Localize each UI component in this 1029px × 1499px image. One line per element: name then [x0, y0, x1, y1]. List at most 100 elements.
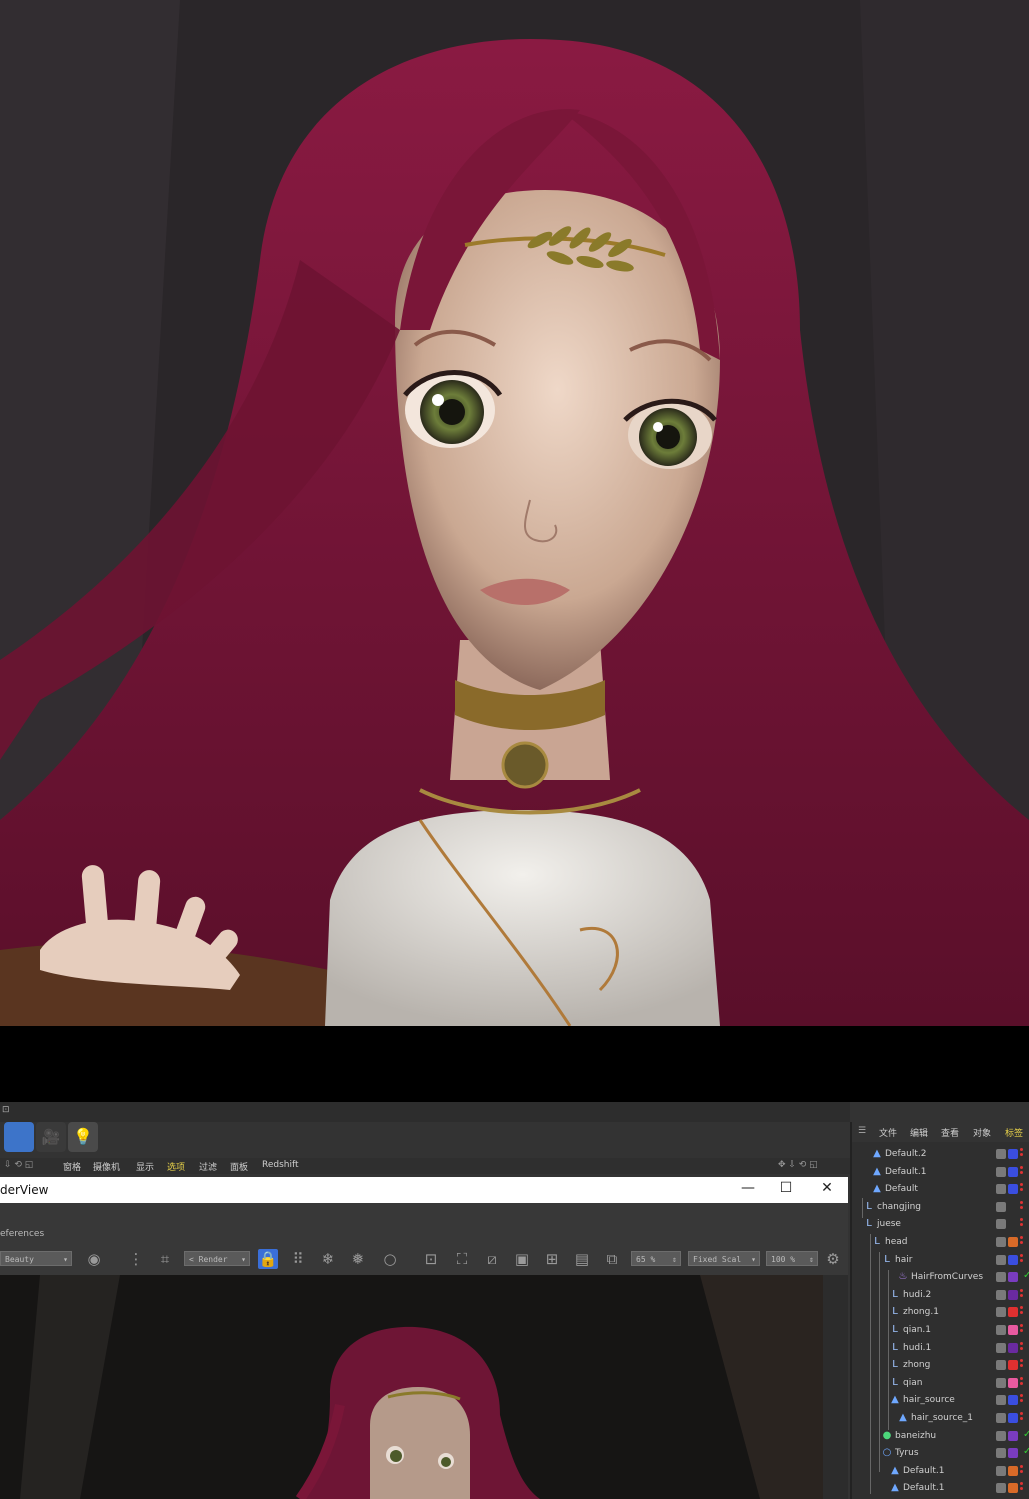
- material-tag-icon[interactable]: [1008, 1465, 1018, 1476]
- visibility-dots-icon[interactable]: [1020, 1324, 1023, 1336]
- visibility-dots-icon[interactable]: [1020, 1394, 1023, 1406]
- material-tag-icon[interactable]: [1008, 1166, 1018, 1177]
- close-button[interactable]: ✕: [817, 1180, 837, 1196]
- object-name[interactable]: zhong.1: [903, 1307, 939, 1317]
- visibility-dots-icon[interactable]: [1020, 1148, 1023, 1160]
- renderview-canvas[interactable]: [0, 1275, 823, 1499]
- material-tag-icon[interactable]: [1008, 1289, 1018, 1300]
- object-row[interactable]: ▲ hair_source: [852, 1392, 1029, 1410]
- visibility-dots-icon[interactable]: [1020, 1165, 1023, 1178]
- material-tag-icon[interactable]: [1008, 1307, 1018, 1318]
- camera-icon[interactable]: 🎥: [36, 1122, 66, 1152]
- layer-toggle-icon[interactable]: [996, 1219, 1006, 1230]
- visibility-dots-icon[interactable]: [1020, 1376, 1023, 1389]
- material-tag-icon[interactable]: [1008, 1377, 1018, 1388]
- snowflake-alt-icon[interactable]: ❅: [348, 1249, 368, 1269]
- object-name[interactable]: hair_source: [903, 1395, 955, 1405]
- percent-field[interactable]: 100 % ⇕: [766, 1251, 818, 1266]
- layer-toggle-icon[interactable]: [996, 1201, 1006, 1212]
- visibility-dots-icon[interactable]: [1020, 1253, 1023, 1266]
- visibility-dots-icon[interactable]: [1020, 1306, 1023, 1318]
- layer-toggle-icon[interactable]: [996, 1342, 1006, 1353]
- grid-icon[interactable]: ⠿: [288, 1249, 308, 1269]
- object-name[interactable]: Tyrus: [895, 1448, 919, 1458]
- object-name[interactable]: qian: [903, 1378, 922, 1388]
- object-name[interactable]: hair: [895, 1255, 912, 1265]
- om-menu-tags[interactable]: 标签: [1005, 1126, 1023, 1139]
- camera-select[interactable]: < Render ▾: [184, 1251, 250, 1266]
- object-row[interactable]: ▲ Default.1: [852, 1480, 1029, 1498]
- visibility-dots-icon[interactable]: [1020, 1482, 1023, 1494]
- enabled-check-icon[interactable]: ✓: [1023, 1429, 1029, 1440]
- object-row[interactable]: Lqian.1: [852, 1322, 1029, 1340]
- material-tag-icon[interactable]: [1008, 1149, 1018, 1159]
- material-tag-icon[interactable]: [1008, 1413, 1018, 1423]
- object-name[interactable]: Default.1: [903, 1483, 944, 1493]
- object-name[interactable]: baneizhu: [895, 1431, 936, 1441]
- visibility-dots-icon[interactable]: [1020, 1236, 1023, 1248]
- focus-icon[interactable]: ⊡: [421, 1249, 441, 1269]
- menu-item-filter[interactable]: 过滤: [199, 1160, 217, 1173]
- object-row[interactable]: ▲ Default.2: [852, 1146, 1029, 1164]
- hamburger-icon[interactable]: ☰: [858, 1126, 866, 1136]
- layer-toggle-icon[interactable]: [996, 1289, 1006, 1300]
- viewport-nav-icons[interactable]: ✥ ⇩ ⟲ ◱: [778, 1160, 818, 1170]
- menu-item-camera[interactable]: 摄像机: [93, 1160, 120, 1173]
- snowflake-icon[interactable]: ❄: [318, 1249, 338, 1269]
- visibility-dots-icon[interactable]: [1020, 1288, 1023, 1301]
- object-row[interactable]: ● baneizhu ✓: [852, 1428, 1029, 1446]
- object-row[interactable]: Ljuese: [852, 1216, 1029, 1234]
- object-name[interactable]: qian.1: [903, 1325, 931, 1335]
- gear-icon[interactable]: ⚙: [823, 1249, 843, 1269]
- object-name[interactable]: head: [885, 1237, 907, 1247]
- object-row[interactable]: Lhudi.1: [852, 1340, 1029, 1358]
- visibility-dots-icon[interactable]: [1020, 1359, 1023, 1371]
- menu-glyph-icon[interactable]: ⊡: [2, 1105, 10, 1115]
- object-name[interactable]: hudi.2: [903, 1290, 931, 1300]
- image-icon[interactable]: ▣: [512, 1249, 532, 1269]
- maximize-button[interactable]: ☐: [776, 1180, 796, 1196]
- object-row[interactable]: Lhair: [852, 1252, 1029, 1270]
- material-tag-icon[interactable]: [1008, 1272, 1018, 1283]
- layer-toggle-icon[interactable]: [996, 1465, 1006, 1476]
- layer-toggle-icon[interactable]: [996, 1166, 1006, 1177]
- layer-toggle-icon[interactable]: [996, 1483, 1006, 1494]
- layer-toggle-icon[interactable]: [996, 1307, 1006, 1318]
- nav-arrows-icon[interactable]: ⇩ ⟲ ◱: [4, 1160, 33, 1170]
- om-menu-view[interactable]: 查看: [941, 1126, 959, 1139]
- copy-icon[interactable]: ⧉: [602, 1249, 622, 1269]
- object-row[interactable]: Lqian: [852, 1375, 1029, 1393]
- material-tag-icon[interactable]: [1008, 1448, 1018, 1459]
- layer-toggle-icon[interactable]: [996, 1237, 1006, 1247]
- lock-icon[interactable]: 🔒: [258, 1249, 278, 1269]
- object-row[interactable]: ○ Tyrus ✓: [852, 1445, 1029, 1463]
- material-tag-icon[interactable]: [1008, 1483, 1018, 1494]
- layer-toggle-icon[interactable]: [996, 1184, 1006, 1195]
- crop-icon[interactable]: ⌗: [155, 1249, 175, 1269]
- object-name[interactable]: hair_source_1: [911, 1413, 973, 1423]
- menu-item-redshift[interactable]: Redshift: [262, 1160, 299, 1170]
- layer-toggle-icon[interactable]: [996, 1448, 1006, 1459]
- material-tag-icon[interactable]: [1008, 1430, 1018, 1441]
- object-row[interactable]: ▲ hair_source_1: [852, 1410, 1029, 1428]
- material-tag-icon[interactable]: [1008, 1395, 1018, 1406]
- layer-toggle-icon[interactable]: [996, 1377, 1006, 1388]
- layer-toggle-icon[interactable]: [996, 1360, 1006, 1371]
- object-row[interactable]: ▲ Default.1: [852, 1164, 1029, 1182]
- layer-toggle-icon[interactable]: [996, 1395, 1006, 1406]
- enabled-check-icon[interactable]: ✓: [1023, 1270, 1029, 1281]
- om-menu-edit[interactable]: 编辑: [910, 1126, 928, 1139]
- object-name[interactable]: Default.1: [885, 1167, 926, 1177]
- rgb-icon[interactable]: ◉: [84, 1249, 104, 1269]
- snapshot-compare-icon[interactable]: ⧄: [482, 1249, 502, 1269]
- layer-toggle-icon[interactable]: [996, 1430, 1006, 1441]
- menu-item-panel[interactable]: 面板: [230, 1160, 248, 1173]
- object-row[interactable]: ▲ Default: [852, 1181, 1029, 1199]
- visibility-dots-icon[interactable]: [1020, 1341, 1023, 1354]
- preferences-label[interactable]: eferences: [0, 1229, 44, 1239]
- grid-dots-icon[interactable]: ⋮: [126, 1249, 146, 1269]
- layer-toggle-icon[interactable]: [996, 1254, 1006, 1265]
- object-row[interactable]: Lzhong: [852, 1357, 1029, 1375]
- renderview-side-strip[interactable]: [823, 1275, 848, 1499]
- layer-toggle-icon[interactable]: [996, 1272, 1006, 1283]
